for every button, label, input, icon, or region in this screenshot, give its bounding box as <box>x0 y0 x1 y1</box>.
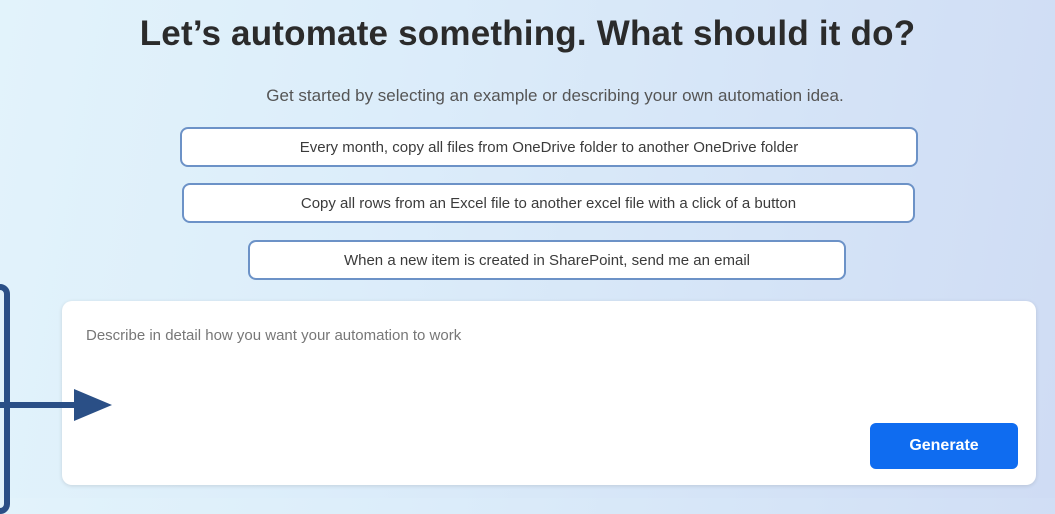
automation-description-input[interactable] <box>86 327 986 417</box>
generate-button[interactable]: Generate <box>870 423 1018 469</box>
suggestion-label: Copy all rows from an Excel file to anot… <box>300 194 797 212</box>
prompt-card: Generate <box>62 301 1036 485</box>
page-subtitle: Get started by selecting an example or d… <box>266 86 844 105</box>
page-title: Let’s automate something. What should it… <box>139 14 916 53</box>
suggestion-excel-copy[interactable]: Copy all rows from an Excel file to anot… <box>182 183 915 223</box>
right-arrow-icon <box>0 389 112 421</box>
suggestion-label: Every month, copy all files from OneDriv… <box>299 138 799 156</box>
suggestion-sharepoint-email[interactable]: When a new item is created in SharePoint… <box>248 240 846 280</box>
suggestion-onedrive-copy[interactable]: Every month, copy all files from OneDriv… <box>180 127 918 167</box>
suggestion-label: When a new item is created in SharePoint… <box>343 251 751 269</box>
